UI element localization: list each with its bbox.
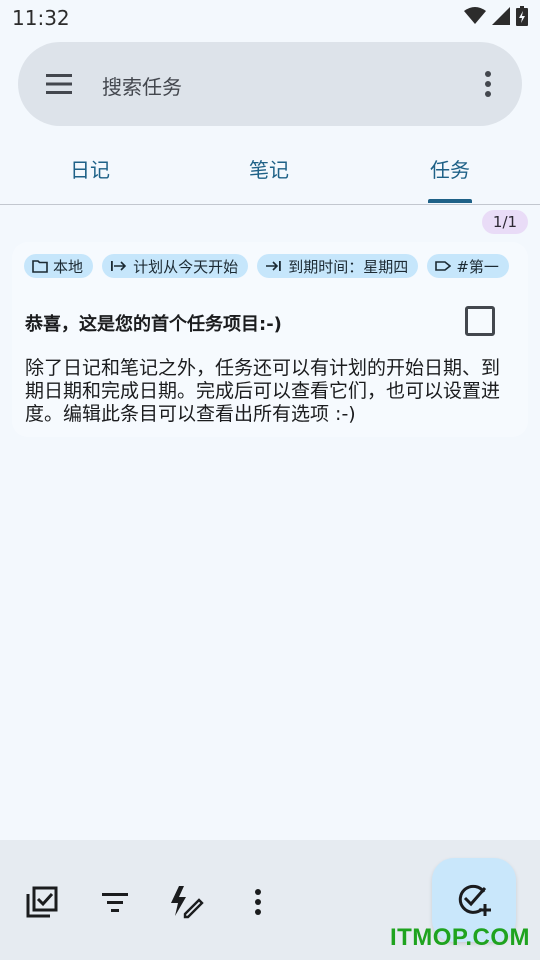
task-description: 除了日记和笔记之外，任务还可以有计划的开始日期、到期日期和完成日期。完成后可以查… xyxy=(25,357,501,425)
status-time: 11:32 xyxy=(12,6,70,30)
count-badge: 1/1 xyxy=(482,210,528,234)
chip-collection[interactable]: 本地 xyxy=(24,254,94,278)
more-vert-icon xyxy=(255,889,261,915)
menu-icon[interactable] xyxy=(44,70,74,98)
more-options-button[interactable] xyxy=(240,884,276,920)
wifi-icon xyxy=(464,7,486,24)
status-bar: 11:32 xyxy=(0,0,540,36)
library-add-check-icon xyxy=(26,886,58,918)
filter-icon xyxy=(102,893,128,912)
signal-icon xyxy=(492,7,510,25)
search-bar[interactable]: 搜索任务 xyxy=(18,42,522,126)
task-card[interactable]: 本地 计划从今天开始 到期时间：星期四 #第一 恭喜，这是您的首个任务项目:-)… xyxy=(12,242,528,437)
toggle-completed-button[interactable] xyxy=(24,884,60,920)
tag-icon xyxy=(435,261,452,271)
chips-row: 本地 计划从今天开始 到期时间：星期四 #第一 xyxy=(24,254,528,280)
tab-bar: 日记 笔记 任务 xyxy=(0,136,540,205)
chip-label: 计划从今天开始 xyxy=(133,257,239,276)
chip-category[interactable]: #第一 xyxy=(427,254,509,278)
task-title: 恭喜，这是您的首个任务项目:-) xyxy=(25,314,282,335)
start-date-icon xyxy=(111,261,127,271)
task-checkbox[interactable] xyxy=(465,306,495,336)
tab-notes[interactable]: 笔记 xyxy=(249,154,289,183)
filter-button[interactable] xyxy=(97,884,133,920)
chip-start-date[interactable]: 计划从今天开始 xyxy=(102,254,249,278)
chip-label: 本地 xyxy=(53,257,84,276)
status-icons xyxy=(464,6,528,26)
quick-edit-button[interactable] xyxy=(168,884,204,920)
tab-diary[interactable]: 日记 xyxy=(70,154,110,183)
tab-indicator xyxy=(428,199,472,203)
chip-label: 到期时间：星期四 xyxy=(288,257,409,276)
due-date-icon xyxy=(266,261,282,271)
chip-label: #第一 xyxy=(456,257,499,276)
watermark-logo: ITMOP.COM xyxy=(389,924,530,951)
battery-icon xyxy=(516,6,528,26)
bottom-app-bar: ITMOP.COM xyxy=(0,840,540,960)
tab-tasks[interactable]: 任务 xyxy=(430,154,470,183)
more-vert-icon[interactable] xyxy=(484,70,492,98)
folder-icon xyxy=(32,260,48,273)
search-input[interactable]: 搜索任务 xyxy=(102,71,182,100)
add-task-icon xyxy=(458,884,491,916)
flash-edit-icon xyxy=(171,886,204,919)
chip-due-date[interactable]: 到期时间：星期四 xyxy=(257,254,419,278)
